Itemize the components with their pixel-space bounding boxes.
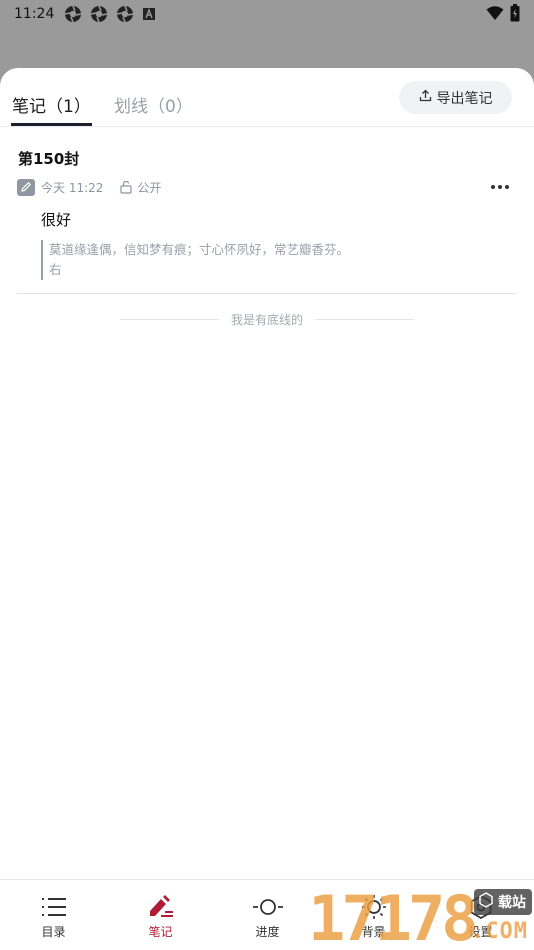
status-bar: 11:24 — [0, 0, 534, 28]
tab-underlines[interactable]: 划线（0） — [114, 92, 193, 117]
edit-icon — [17, 178, 35, 196]
divider — [120, 319, 219, 320]
nav-label: 目录 — [41, 925, 66, 939]
divider — [315, 319, 415, 320]
quoted-passage[interactable]: 莫道缘逢偶，信知梦有痕；寸心怀夙好，常艺瓣香芬。 右 — [41, 240, 391, 280]
aperture-icon — [116, 5, 134, 23]
note-chapter-title: 第150封 — [18, 150, 80, 168]
watermark-digits: 17178 — [308, 882, 479, 950]
nav-label: 进度 — [255, 925, 280, 939]
status-right — [486, 4, 520, 26]
wifi-icon — [486, 5, 504, 25]
watermark-badge-text: 载站 — [498, 895, 526, 911]
nav-label: 笔记 — [148, 925, 173, 939]
status-time: 11:24 — [14, 6, 55, 22]
list-icon — [41, 894, 67, 920]
export-notes-button[interactable]: 导出笔记 — [399, 81, 512, 114]
aperture-icon — [90, 5, 108, 23]
divider — [17, 293, 516, 294]
quote-line: 莫道缘逢偶，信知梦有痕；寸心怀夙好，常艺瓣香芬。 — [49, 242, 350, 257]
a-box-icon — [142, 7, 156, 21]
watermark-suffix: .COM — [471, 919, 528, 944]
quote-line: 右 — [49, 262, 62, 277]
export-icon — [419, 89, 432, 106]
nav-item-toc[interactable]: 目录 — [0, 880, 107, 950]
battery-icon — [510, 4, 520, 26]
hexagon-icon — [478, 892, 494, 912]
note-edit-icon — [148, 894, 174, 920]
note-meta: 今天 11:22 公开 — [17, 178, 161, 196]
nav-item-notes[interactable]: 笔记 — [107, 880, 214, 950]
export-notes-label: 导出笔记 — [436, 90, 493, 107]
site-watermark: 17178 载站 .COM — [308, 886, 534, 950]
progress-icon — [252, 894, 283, 920]
tab-bar: 笔记（1） 划线（0） 导出笔记 — [0, 68, 534, 127]
note-text: 很好 — [41, 211, 72, 229]
active-tab-indicator — [11, 123, 92, 126]
unlock-icon — [119, 180, 133, 194]
notes-sheet: 笔记（1） 划线（0） 导出笔记 第150封 今天 11:22 公开 很好 莫道… — [0, 68, 534, 950]
end-of-list: 我是有底线的 — [120, 311, 415, 328]
nav-item-progress[interactable]: 进度 — [214, 880, 321, 950]
more-options-icon[interactable] — [491, 185, 509, 189]
visibility-toggle[interactable]: 公开 — [137, 179, 161, 196]
end-of-list-text: 我是有底线的 — [231, 313, 304, 327]
tab-notes[interactable]: 笔记（1） — [12, 92, 91, 117]
aperture-icon — [64, 5, 82, 23]
watermark-badge: 载站 — [474, 889, 532, 915]
note-time: 今天 11:22 — [41, 180, 104, 195]
